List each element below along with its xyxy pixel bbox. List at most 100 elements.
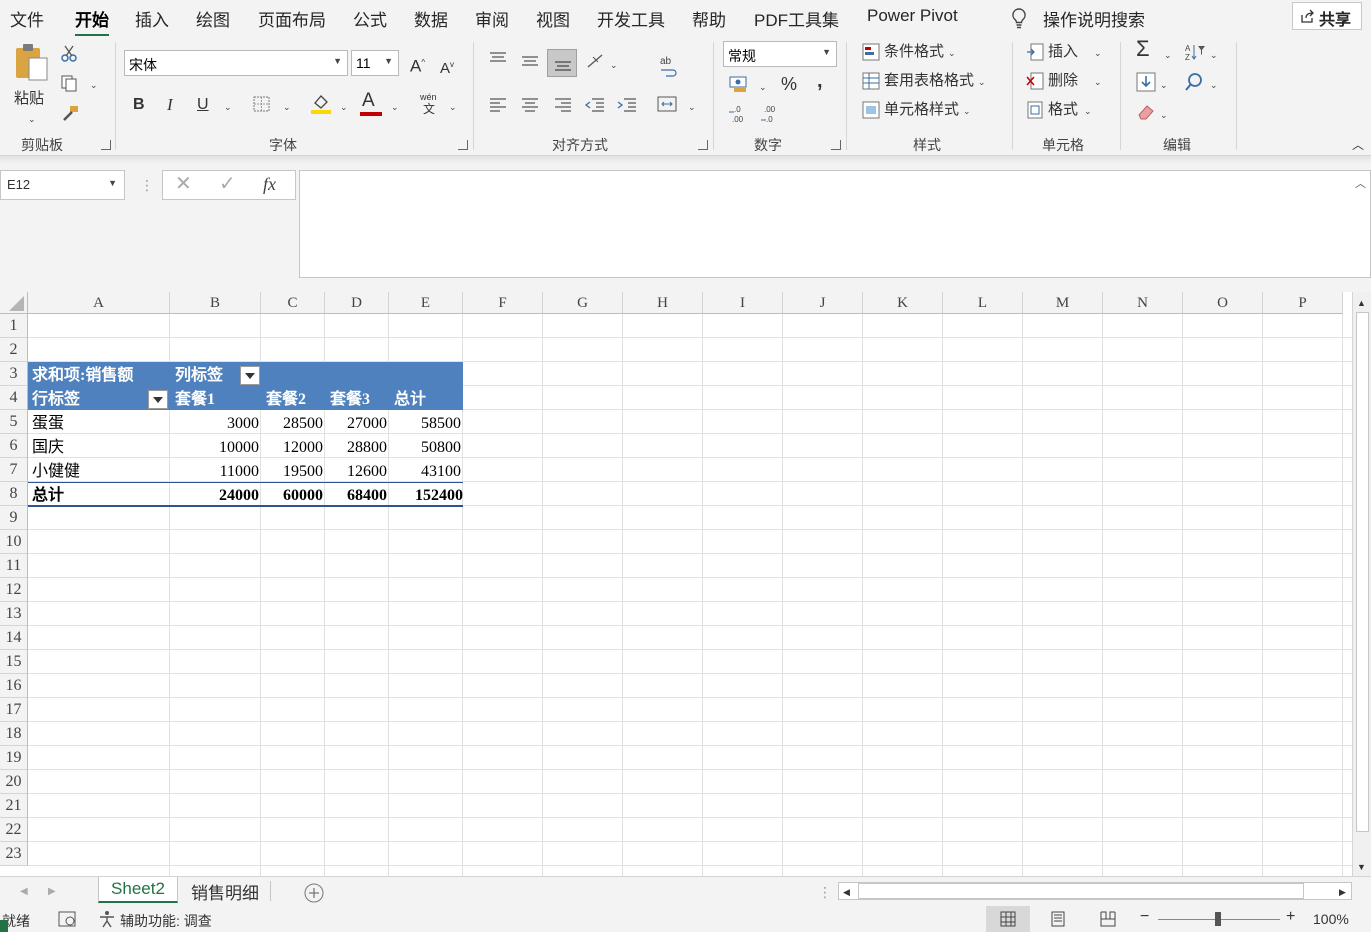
tab-home[interactable]: 开始 bbox=[75, 6, 109, 37]
conditional-formatting-button[interactable]: 条件格式 ⌄ bbox=[860, 42, 1000, 62]
clear-icon[interactable] bbox=[1136, 102, 1156, 120]
zoom-level[interactable]: 100% bbox=[1313, 911, 1349, 927]
row-header[interactable]: 23 bbox=[0, 842, 28, 866]
tab-review[interactable]: 审阅 bbox=[475, 6, 509, 31]
next-sheet-icon[interactable]: ▶ bbox=[48, 883, 56, 901]
tab-pdf-tools[interactable]: PDF工具集 bbox=[754, 6, 839, 31]
column-header[interactable]: D bbox=[325, 292, 389, 314]
prev-sheet-icon[interactable]: ◀ bbox=[20, 883, 28, 901]
insert-cells-button[interactable]: 插入 ⌄ bbox=[1024, 42, 1108, 62]
wrap-text-icon[interactable]: ab bbox=[658, 54, 678, 78]
tell-me-search[interactable]: 操作说明搜索 bbox=[1043, 6, 1145, 31]
worksheet-grid[interactable]: 求和项:销售额 列标签 行标签 套餐1 套餐2 套餐3 总计 蛋蛋 3000 2… bbox=[0, 292, 1352, 876]
align-left-icon[interactable] bbox=[488, 96, 508, 112]
find-dropdown-icon[interactable]: ⌄ bbox=[1210, 76, 1218, 94]
column-header[interactable]: P bbox=[1263, 292, 1343, 314]
row-header[interactable]: 13 bbox=[0, 602, 28, 626]
zoom-out-icon[interactable]: − bbox=[1140, 908, 1149, 926]
align-middle-icon[interactable] bbox=[520, 54, 540, 70]
page-break-view-button[interactable] bbox=[1086, 906, 1130, 932]
formula-input[interactable]: ︿ bbox=[299, 170, 1371, 278]
zoom-in-icon[interactable]: + bbox=[1286, 908, 1295, 926]
number-launcher-icon[interactable] bbox=[831, 140, 841, 150]
pivot-total-cell[interactable]: 24000 bbox=[171, 484, 259, 508]
zoom-slider-thumb[interactable] bbox=[1215, 912, 1221, 926]
phonetic-dropdown-icon[interactable]: ⌄ bbox=[449, 98, 457, 116]
format-cells-button[interactable]: 格式 ⌄ bbox=[1024, 100, 1108, 120]
row-header[interactable]: 21 bbox=[0, 794, 28, 818]
grow-font-icon[interactable]: A^ bbox=[410, 54, 425, 76]
pivot-header-cell[interactable]: 套餐1 bbox=[175, 388, 215, 412]
cut-icon[interactable] bbox=[60, 45, 78, 63]
name-box[interactable]: E12 ▼ bbox=[0, 170, 125, 200]
share-button[interactable]: 共享 bbox=[1292, 2, 1362, 30]
column-header[interactable]: K bbox=[863, 292, 943, 314]
tab-formulas[interactable]: 公式 bbox=[353, 6, 387, 31]
align-bottom-button[interactable] bbox=[547, 49, 577, 77]
column-header[interactable]: O bbox=[1183, 292, 1263, 314]
normal-view-button[interactable] bbox=[986, 906, 1030, 932]
copy-dropdown-icon[interactable]: ⌄ bbox=[90, 76, 98, 94]
row-header[interactable]: 9 bbox=[0, 506, 28, 530]
column-header[interactable]: C bbox=[261, 292, 325, 314]
row-header[interactable]: 16 bbox=[0, 674, 28, 698]
scroll-up-icon[interactable]: ▲ bbox=[1357, 294, 1366, 312]
row-header[interactable]: 2 bbox=[0, 338, 28, 362]
paste-button[interactable]: 粘贴 ⌄ bbox=[8, 42, 56, 124]
row-header[interactable]: 3 bbox=[0, 362, 28, 386]
row-header[interactable]: 14 bbox=[0, 626, 28, 650]
pivot-total-cell[interactable]: 60000 bbox=[262, 484, 323, 508]
scroll-left-icon[interactable]: ◀ bbox=[843, 883, 850, 901]
phonetic-guide-icon[interactable]: wén 文 bbox=[420, 92, 440, 118]
page-layout-view-button[interactable] bbox=[1036, 906, 1080, 932]
tab-splitter-icon[interactable]: ⋮ bbox=[818, 883, 832, 901]
row-header[interactable]: 22 bbox=[0, 818, 28, 842]
autosum-icon[interactable]: Σ bbox=[1136, 38, 1150, 60]
horizontal-scroll-thumb[interactable] bbox=[858, 883, 1304, 899]
row-header[interactable]: 6 bbox=[0, 434, 28, 458]
fill-dropdown-icon[interactable]: ⌄ bbox=[340, 98, 348, 116]
row-header[interactable]: 15 bbox=[0, 650, 28, 674]
pivot-value-cell[interactable]: 28500 bbox=[262, 412, 323, 436]
fill-down-icon[interactable] bbox=[1136, 72, 1156, 92]
pivot-value-cell[interactable]: 10000 bbox=[171, 436, 259, 460]
enter-icon[interactable]: ✓ bbox=[219, 174, 236, 194]
tab-power-pivot[interactable]: Power Pivot bbox=[867, 6, 958, 26]
macro-record-icon[interactable] bbox=[58, 910, 78, 928]
alignment-launcher-icon[interactable] bbox=[698, 140, 708, 150]
pivot-total-label[interactable]: 总计 bbox=[32, 484, 64, 508]
pivot-value-cell[interactable]: 19500 bbox=[262, 460, 323, 484]
insert-function-button[interactable]: fx bbox=[263, 175, 276, 193]
underline-dropdown-icon[interactable]: ⌄ bbox=[224, 98, 232, 116]
pivot-value-cell[interactable]: 28800 bbox=[326, 436, 387, 460]
pivot-row-name[interactable]: 国庆 bbox=[32, 436, 64, 460]
row-header[interactable]: 4 bbox=[0, 386, 28, 410]
vertical-scroll-thumb[interactable] bbox=[1356, 312, 1369, 832]
row-filter-button[interactable] bbox=[148, 390, 168, 409]
delete-cells-button[interactable]: 删除 ⌄ bbox=[1024, 71, 1108, 91]
sort-dropdown-icon[interactable]: ⌄ bbox=[1210, 46, 1218, 64]
accounting-dropdown-icon[interactable]: ⌄ bbox=[759, 78, 767, 96]
tab-data[interactable]: 数据 bbox=[414, 6, 448, 31]
column-header[interactable]: G bbox=[543, 292, 623, 314]
orientation-icon[interactable] bbox=[585, 52, 607, 70]
pivot-row-name[interactable]: 蛋蛋 bbox=[32, 412, 64, 436]
pivot-value-cell[interactable]: 27000 bbox=[326, 412, 387, 436]
increase-decimal-icon[interactable]: .0.00 bbox=[728, 104, 750, 124]
underline-button[interactable]: U bbox=[197, 96, 209, 114]
sort-filter-icon[interactable]: AZ bbox=[1184, 43, 1206, 61]
row-header[interactable]: 17 bbox=[0, 698, 28, 722]
border-icon[interactable] bbox=[252, 95, 272, 113]
row-header[interactable]: 1 bbox=[0, 314, 28, 338]
tab-page-layout[interactable]: 页面布局 bbox=[258, 6, 326, 31]
align-center-icon[interactable] bbox=[520, 96, 540, 112]
row-header[interactable]: 10 bbox=[0, 530, 28, 554]
increase-indent-icon[interactable] bbox=[616, 96, 638, 112]
pivot-header-cell[interactable]: 套餐2 bbox=[266, 388, 306, 412]
align-right-icon[interactable] bbox=[553, 96, 573, 112]
clear-dropdown-icon[interactable]: ⌄ bbox=[1160, 106, 1168, 124]
row-header[interactable]: 8 bbox=[0, 482, 28, 506]
row-header[interactable]: 18 bbox=[0, 722, 28, 746]
font-color-button[interactable]: A bbox=[362, 91, 375, 110]
column-header[interactable]: A bbox=[28, 292, 170, 314]
